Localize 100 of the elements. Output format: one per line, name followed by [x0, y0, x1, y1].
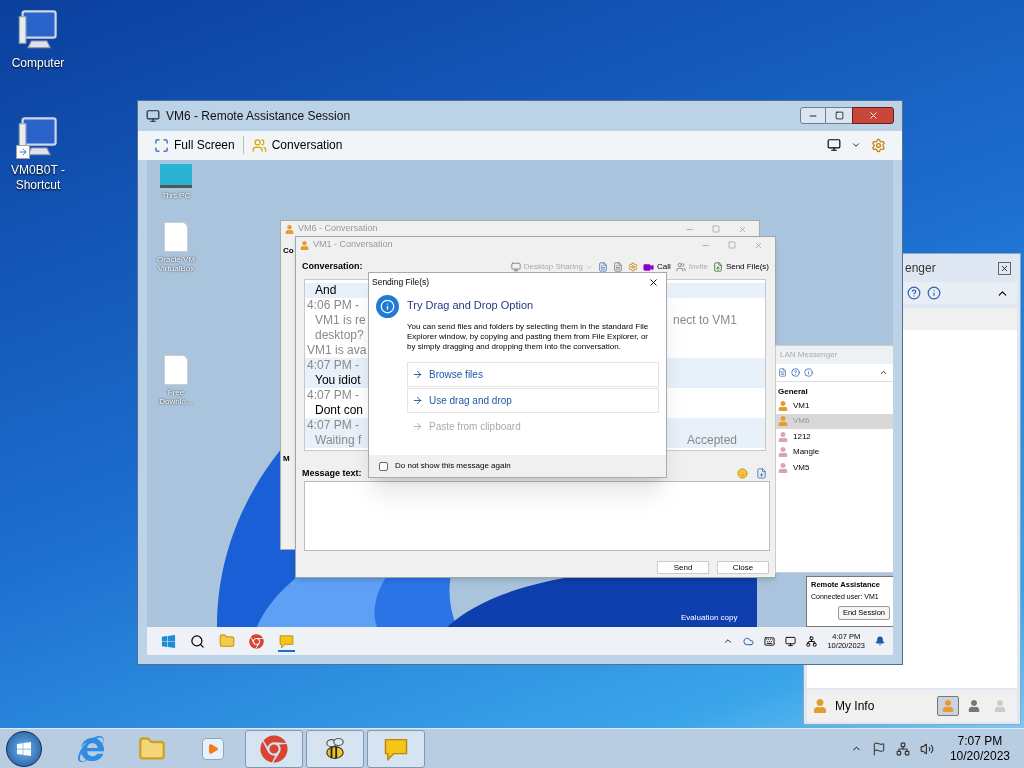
status-button[interactable]	[937, 696, 959, 716]
fullscreen-icon	[154, 137, 169, 153]
chat-line: VM1 is ava	[306, 343, 367, 358]
window-title: VM1 - Conversation	[313, 238, 393, 252]
conversation-label: Conversation:	[302, 260, 363, 274]
help-icon[interactable]	[791, 368, 800, 377]
media-player-icon	[202, 737, 224, 760]
chat-line: And	[314, 283, 337, 298]
dialog-message: You can send files and folders by selecting them in the standard File Explorer window, by copying and pasting them from File Explorer, or by simply dragging and dropping them into the conversation.	[407, 321, 650, 352]
chrome-icon	[260, 734, 288, 763]
chat-line: Waiting f	[314, 433, 362, 448]
user-icon	[300, 240, 309, 250]
gear-icon[interactable]	[627, 262, 638, 272]
close-icon[interactable]	[998, 261, 1011, 275]
user-icon	[813, 699, 827, 713]
toolbar-button[interactable]: Send File(s)	[712, 261, 769, 273]
contact-item[interactable]: VM1	[776, 398, 893, 414]
message-text-label: M	[283, 453, 290, 465]
user-icon	[778, 462, 788, 473]
chat-line: Accepted	[686, 433, 737, 448]
user-icon	[778, 447, 788, 458]
toolbar-button[interactable]: Full Screen	[154, 136, 235, 155]
speech-bubble-icon	[278, 632, 295, 650]
start-button[interactable]	[6, 730, 42, 767]
taskbar-app[interactable]	[245, 729, 303, 768]
chat-line: 4:07 PM -	[306, 418, 360, 433]
close-button[interactable]	[852, 107, 894, 125]
close-icon[interactable]	[648, 276, 659, 288]
toolbar-button[interactable]: Conversation	[251, 136, 343, 155]
group-label: General	[777, 386, 809, 398]
dialog-button[interactable]: Send	[657, 561, 709, 574]
message-input[interactable]	[304, 481, 770, 551]
chat-line: VM1 is re	[314, 313, 366, 328]
contact-item[interactable]: 1212	[776, 429, 893, 445]
info-icon[interactable]	[927, 286, 941, 300]
keyboard-icon[interactable]	[764, 635, 776, 647]
search-icon[interactable]	[190, 633, 205, 649]
network-icon[interactable]	[895, 741, 910, 756]
window-title: VM6 - Remote Assistance Session	[166, 107, 351, 125]
chevron-up-icon[interactable]	[723, 636, 734, 646]
desktop-icon-label[interactable]: VM0B0T - Shortcut	[0, 163, 76, 193]
contact-item[interactable]: VM5	[776, 460, 893, 476]
document-icon[interactable]	[612, 262, 623, 272]
file-icon[interactable]	[756, 468, 767, 480]
evaluation-notice: Evaluation copy	[681, 612, 738, 624]
document-icon[interactable]	[597, 262, 608, 272]
document-icon	[164, 222, 188, 252]
clock-time: 7:07 PM	[957, 733, 1003, 749]
info-icon[interactable]	[804, 368, 813, 377]
flag-icon[interactable]	[871, 741, 886, 756]
windows-logo-icon	[16, 740, 32, 757]
chat-line: 4:06 PM -	[306, 298, 360, 313]
file-upload-icon	[712, 262, 723, 272]
windows-logo-icon[interactable]	[161, 633, 176, 649]
monitor-icon[interactable]	[785, 635, 797, 647]
option-link[interactable]: Browse files	[407, 361, 659, 387]
checkbox-label: Do not show this message again	[395, 460, 511, 472]
option-link[interactable]: Use drag and drop	[407, 387, 659, 413]
taskbar-app[interactable]	[306, 729, 364, 768]
user-icon	[778, 400, 788, 411]
app-icon	[146, 108, 160, 123]
user-icon	[968, 700, 980, 712]
browser-e-icon	[78, 735, 104, 762]
chat-line: You idiot	[314, 373, 361, 388]
gear-icon[interactable]	[871, 137, 886, 153]
folder-icon[interactable]	[219, 633, 235, 649]
help-icon[interactable]	[907, 286, 921, 300]
bell-icon[interactable]	[875, 636, 885, 646]
maximize-button[interactable]	[826, 107, 852, 125]
message-text-label: Message text:	[302, 467, 362, 480]
close-icon	[867, 110, 879, 122]
document-icon[interactable]	[778, 368, 787, 377]
monitor-icon	[510, 262, 521, 272]
folder-icon	[138, 734, 166, 763]
collapse-icon[interactable]	[879, 368, 888, 377]
desktop-icon-label[interactable]: Computer	[11, 56, 65, 71]
chrome-icon[interactable]	[249, 633, 264, 649]
dialog-button[interactable]: Close	[717, 561, 769, 574]
speaker-icon[interactable]	[919, 741, 934, 756]
my-info-label[interactable]: My Info	[835, 697, 875, 715]
maximize-icon	[834, 111, 844, 121]
user-icon	[285, 224, 294, 234]
network-icon[interactable]	[806, 635, 818, 647]
minimize-button[interactable]	[800, 107, 826, 125]
smiley-icon[interactable]	[737, 468, 748, 480]
video-camera-icon	[642, 261, 654, 273]
arrow-icon	[412, 394, 423, 406]
info-icon	[376, 295, 399, 318]
toolbar-button[interactable]: Call	[642, 261, 671, 273]
window-title: LAN Messenger	[780, 349, 838, 361]
chat-line: desktop?	[314, 328, 364, 343]
cloud-icon[interactable]	[743, 635, 755, 647]
chat-line: 4:07 PM -	[306, 388, 360, 403]
contact-item[interactable]: Mangle	[776, 444, 893, 460]
people-icon	[251, 137, 267, 153]
chat-line: nect to VM1	[672, 313, 737, 328]
dialog-title: Sending File(s)	[372, 275, 430, 289]
user-icon	[778, 416, 788, 427]
monitor-icon[interactable]	[827, 138, 841, 153]
checkbox[interactable]	[379, 461, 388, 471]
